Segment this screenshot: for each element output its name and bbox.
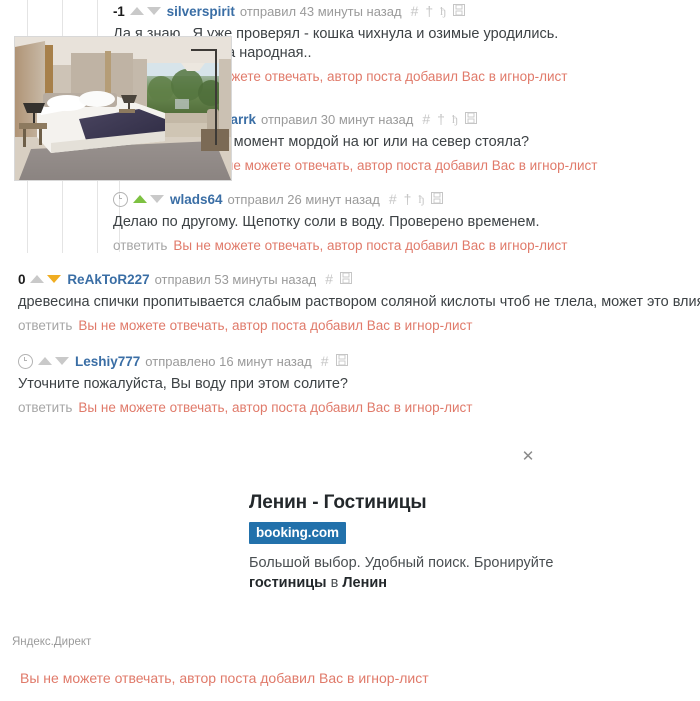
reply-button[interactable]: ответить — [18, 400, 72, 415]
comment-body: древесина спички пропитывается слабым ра… — [18, 293, 700, 312]
save-icon[interactable] — [340, 271, 353, 287]
upvote-arrow-icon[interactable] — [38, 357, 52, 365]
h-icon[interactable]: ђ — [418, 192, 424, 206]
comment-actions: # — [321, 353, 348, 369]
upvote-arrow-icon[interactable] — [30, 275, 45, 283]
comment-header: -1 silverspirit отправил 43 минуты назад… — [113, 3, 567, 19]
ad-title[interactable]: Ленин - Гостиницы — [249, 492, 427, 514]
comment-footer: ответить Вы не можете отвечать, автор пос… — [18, 318, 700, 333]
hotel-room-photo — [15, 37, 231, 180]
comment-timestamp: отправил 53 минуты назад — [154, 271, 317, 287]
close-icon[interactable]: ✕ — [521, 449, 535, 464]
comment-body-line: Делаю по другому. Щепотку соли в воду. П… — [113, 214, 540, 230]
comment-body: Делаю по другому. Щепотку соли в воду. П… — [113, 213, 567, 232]
comment-score: 0 — [18, 271, 26, 287]
clock-icon — [18, 353, 33, 369]
comment-timestamp: отправил 43 минуты назад — [239, 3, 402, 19]
comment-author-link[interactable]: wlads64 — [170, 192, 223, 207]
comment-header: wlads64 отправил 26 минут назад # † ђ — [113, 191, 567, 207]
h-icon[interactable]: ђ — [440, 4, 446, 18]
downvote-arrow-icon[interactable] — [55, 357, 69, 365]
ignore-list-notice: Вы не можете отвечать, автор поста добав… — [173, 69, 568, 84]
downvote-arrow-icon[interactable] — [47, 275, 62, 283]
ad-desc-bold-1: гостиницы — [249, 575, 327, 591]
pin-icon[interactable]: † — [437, 112, 445, 126]
reply-button[interactable]: ответить — [18, 318, 72, 333]
ignore-list-notice: Вы не можете отвечать, автор поста добав… — [78, 400, 473, 415]
hash-icon[interactable]: # — [325, 272, 333, 286]
ignore-list-notice: Вы не можете отвечать, автор поста добав… — [203, 158, 598, 173]
comment-actions: # † ђ — [422, 111, 477, 127]
h-icon[interactable]: ђ — [452, 112, 458, 126]
downvote-arrow-icon[interactable] — [146, 7, 161, 15]
upvote-arrow-icon[interactable] — [133, 195, 147, 203]
ad-desc-mid: в — [326, 575, 343, 591]
comment-timestamp: отправил 26 минут назад — [227, 191, 380, 207]
save-icon[interactable] — [335, 353, 348, 369]
comment-actions: # † ђ — [411, 3, 465, 19]
comment-footer: ответить Вы не можете отвечать, автор пос… — [113, 238, 567, 253]
pin-icon[interactable]: † — [425, 4, 433, 18]
ad-description: Большой выбор. Удобный поиск. Бронируйте… — [249, 553, 579, 593]
comment-actions: # — [325, 271, 353, 287]
hash-icon[interactable]: # — [389, 192, 397, 206]
upvote-arrow-icon[interactable] — [129, 7, 144, 15]
hash-icon[interactable]: # — [321, 354, 329, 368]
ignore-list-notice: Вы не можете отвечать, автор поста добав… — [173, 238, 568, 253]
comment-timestamp: отправил 30 минут назад — [261, 111, 414, 127]
hash-icon[interactable]: # — [422, 112, 430, 126]
comment-author-link[interactable]: Leshiy777 — [75, 354, 140, 369]
hash-icon[interactable]: # — [411, 4, 419, 18]
save-icon[interactable] — [452, 3, 465, 19]
ignore-list-notice: Вы не можете отвечать, автор поста добав… — [20, 670, 429, 686]
comment-timestamp: отправлено 16 минут назад — [145, 353, 312, 369]
comment-body-line: древесина спички пропитывается слабым ра… — [18, 294, 700, 310]
downvote-arrow-icon[interactable] — [150, 195, 164, 203]
comment-header: 0 ReAkToR227 отправил 53 минуты назад # — [18, 271, 700, 287]
comment-body: Уточните пожалуйста, Вы воду при этом со… — [18, 375, 472, 394]
comment-reaktor227: 0 ReAkToR227 отправил 53 минуты назад # … — [18, 271, 700, 333]
ad-image[interactable] — [14, 36, 232, 181]
comment-author-link[interactable]: silverspirit — [167, 4, 235, 19]
comment-actions: # † ђ — [389, 191, 444, 207]
save-icon[interactable] — [464, 111, 477, 127]
ad-desc-bold-2: Ленин — [342, 575, 387, 591]
comment-footer: ответить Вы не можете отвечать, автор пос… — [18, 400, 472, 415]
comment-author-link[interactable]: ReAkToR227 — [67, 272, 149, 287]
comment-score: -1 — [113, 3, 125, 19]
comment-leshiy777: Leshiy777 отправлено 16 минут назад # Ут… — [18, 353, 472, 415]
ad-source-label[interactable]: Яндекс.Директ — [12, 636, 91, 648]
comment-header: Leshiy777 отправлено 16 минут назад # — [18, 353, 472, 369]
comment-body-line: Уточните пожалуйста, Вы воду при этом со… — [18, 376, 348, 392]
ignore-list-notice: Вы не можете отвечать, автор поста добав… — [78, 318, 473, 333]
save-icon[interactable] — [431, 191, 444, 207]
ad-domain-badge[interactable]: booking.com — [249, 522, 346, 544]
comment-wlads64: wlads64 отправил 26 минут назад # † ђ Де… — [113, 191, 567, 253]
ad-desc-text: Большой выбор. Удобный поиск. Бронируйте — [249, 555, 554, 571]
reply-button[interactable]: ответить — [113, 238, 167, 253]
pin-icon[interactable]: † — [404, 192, 412, 206]
clock-icon — [113, 191, 128, 207]
